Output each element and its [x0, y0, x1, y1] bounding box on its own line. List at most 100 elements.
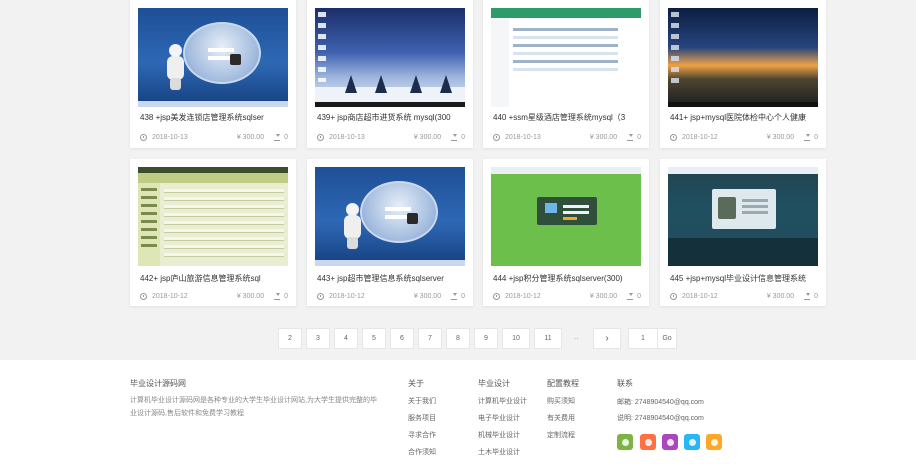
footer-link-services[interactable]: 服务项目 — [408, 413, 436, 423]
download-count: 0 — [804, 133, 818, 141]
clock-icon — [317, 134, 324, 141]
next-page-button[interactable]: › — [593, 328, 621, 349]
product-card[interactable]: 439+ jsp商店超市进货系统 mysql(300 2018-10-13 ¥ … — [307, 0, 473, 148]
footer-link-ee-design[interactable]: 电子毕业设计 — [478, 413, 520, 423]
footer-link-civil-design[interactable]: 土木毕业设计 — [478, 447, 520, 457]
cart-icon[interactable] — [640, 434, 656, 450]
product-price: ¥ 300.00 — [413, 134, 442, 141]
clock-icon — [317, 293, 324, 300]
wechat-icon[interactable] — [706, 434, 722, 450]
product-card[interactable]: 440 +ssm星级酒店管理系统mysql（3 2018-10-13 ¥ 300… — [483, 0, 649, 148]
clock-icon — [140, 293, 147, 300]
product-card[interactable]: 443+ jsp超市管理信息系统sqlserver 2018-10-12 ¥ 3… — [307, 159, 473, 306]
page-button[interactable]: 9 — [474, 328, 498, 349]
product-title[interactable]: 445 +jsp+mysql毕业设计信息管理系统 — [670, 273, 820, 284]
page-button[interactable]: 7 — [418, 328, 442, 349]
page-button[interactable]: 4 — [334, 328, 358, 349]
footer-link-custom-process[interactable]: 定制流程 — [547, 430, 575, 440]
page-button[interactable]: 3 — [306, 328, 330, 349]
qq-icon[interactable] — [662, 434, 678, 450]
download-count-value: 0 — [637, 134, 641, 141]
download-icon — [627, 133, 634, 141]
footer-description: 计算机毕业设计源码网是各种专业的大学生毕业设计网站,为大学生提供完整的毕业设计源… — [130, 397, 377, 417]
product-price: ¥ 300.00 — [589, 293, 618, 300]
footer-link-cooperation[interactable]: 寻求合作 — [408, 430, 436, 440]
download-icon — [627, 292, 634, 300]
download-count: 0 — [451, 133, 465, 141]
product-price: ¥ 300.00 — [236, 293, 265, 300]
pagination: 2 3 4 5 6 7 8 9 10 11.. › 1 Go — [0, 328, 916, 350]
download-count: 0 — [274, 133, 288, 141]
page-button[interactable]: 8 — [446, 328, 470, 349]
green-login-screenshot[interactable] — [491, 167, 641, 266]
product-title[interactable]: 440 +ssm星级酒店管理系统mysql（3 — [493, 112, 643, 123]
product-meta: 2018-10-13 ¥ 300.00 0 — [317, 133, 465, 141]
download-icon — [804, 292, 811, 300]
product-title[interactable]: 442+ jsp庐山旅游信息管理系统sql — [140, 273, 290, 284]
download-count-value: 0 — [814, 293, 818, 300]
page-button[interactable]: 10 — [502, 328, 530, 349]
product-card[interactable]: 444 +jsp积分管理系统sqlserver(300) 2018-10-12 … — [483, 159, 649, 306]
footer-contact-alt: 说明: 2748904540@qq.com — [617, 415, 704, 422]
footer-contact-email: 邮箱: 2748904540@qq.com — [617, 399, 704, 406]
download-count: 0 — [627, 292, 641, 300]
footer-link-about-us[interactable]: 关于我们 — [408, 396, 436, 406]
footer-site-title: 毕业设计源码网 — [130, 379, 186, 388]
product-meta: 2018-10-13 ¥ 300.00 0 — [493, 133, 641, 141]
clock-icon — [670, 293, 677, 300]
page-button[interactable]: 5 — [362, 328, 386, 349]
download-count-value: 0 — [461, 293, 465, 300]
blue-login-screenshot[interactable] — [668, 167, 818, 266]
download-count: 0 — [274, 292, 288, 300]
download-icon — [274, 292, 281, 300]
page-button[interactable]: 11 — [534, 328, 562, 349]
footer-contact-title: 联系 — [617, 379, 633, 388]
page-button[interactable]: 2 — [278, 328, 302, 349]
product-card[interactable]: 445 +jsp+mysql毕业设计信息管理系统 2018-10-12 ¥ 30… — [660, 159, 826, 306]
product-meta: 2018-10-12 ¥ 300.00 0 — [670, 133, 818, 141]
footer-link-cs-design[interactable]: 计算机毕业设计 — [478, 396, 527, 406]
goto-page-input[interactable]: 1 — [628, 328, 658, 349]
product-meta: 2018-10-12 ¥ 300.00 0 — [670, 292, 818, 300]
footer-link-me-design[interactable]: 机械毕业设计 — [478, 430, 520, 440]
go-button[interactable]: Go — [657, 328, 677, 349]
footer: 毕业设计源码网 计算机毕业设计源码网是各种专业的大学生毕业设计网站,为大学生提供… — [0, 360, 916, 464]
rss-icon[interactable] — [684, 434, 700, 450]
sunset-desktop-screenshot[interactable] — [668, 8, 818, 107]
footer-link-coop-notice[interactable]: 合作须知 — [408, 447, 436, 457]
product-title[interactable]: 439+ jsp商店超市进货系统 mysql(300 — [317, 112, 467, 123]
product-title[interactable]: 438 +jsp美发连锁店管理系统sqlser — [140, 112, 290, 123]
product-date: 2018-10-12 — [329, 293, 365, 300]
product-date: 2018-10-13 — [329, 134, 365, 141]
product-date: 2018-10-13 — [152, 134, 188, 141]
footer-link-fees[interactable]: 有关费用 — [547, 413, 575, 423]
product-title[interactable]: 443+ jsp超市管理信息系统sqlserver — [317, 273, 467, 284]
download-count-value: 0 — [284, 293, 288, 300]
weibo-icon[interactable] — [617, 434, 633, 450]
product-meta: 2018-10-12 ¥ 300.00 0 — [140, 292, 288, 300]
login-page-screenshot[interactable] — [315, 167, 465, 266]
footer-link-purchase-notice[interactable]: 购买须知 — [547, 396, 575, 406]
product-date: 2018-10-12 — [505, 293, 541, 300]
page-button[interactable]: 6 — [390, 328, 414, 349]
snow-desktop-screenshot[interactable] — [315, 8, 465, 107]
product-meta: 2018-10-12 ¥ 300.00 0 — [493, 292, 641, 300]
product-date: 2018-10-12 — [152, 293, 188, 300]
footer-col-about-title: 关于 — [408, 379, 424, 388]
product-card[interactable]: 441+ jsp+mysql医院体检中心个人健康 2018-10-12 ¥ 30… — [660, 0, 826, 148]
product-price: ¥ 300.00 — [766, 293, 795, 300]
table-admin-screenshot[interactable] — [491, 8, 641, 107]
product-meta: 2018-10-13 ¥ 300.00 0 — [140, 133, 288, 141]
product-price: ¥ 300.00 — [413, 293, 442, 300]
product-card[interactable]: 442+ jsp庐山旅游信息管理系统sql 2018-10-12 ¥ 300.0… — [130, 159, 296, 306]
product-title[interactable]: 441+ jsp+mysql医院体检中心个人健康 — [670, 112, 820, 123]
product-price: ¥ 300.00 — [589, 134, 618, 141]
product-price: ¥ 300.00 — [236, 134, 265, 141]
product-card[interactable]: 438 +jsp美发连锁店管理系统sqlser 2018-10-13 ¥ 300… — [130, 0, 296, 148]
login-page-screenshot[interactable] — [138, 8, 288, 107]
product-meta: 2018-10-12 ¥ 300.00 0 — [317, 292, 465, 300]
download-icon — [804, 133, 811, 141]
yellow-admin-screenshot[interactable] — [138, 167, 288, 266]
clock-icon — [493, 134, 500, 141]
product-title[interactable]: 444 +jsp积分管理系统sqlserver(300) — [493, 273, 643, 284]
